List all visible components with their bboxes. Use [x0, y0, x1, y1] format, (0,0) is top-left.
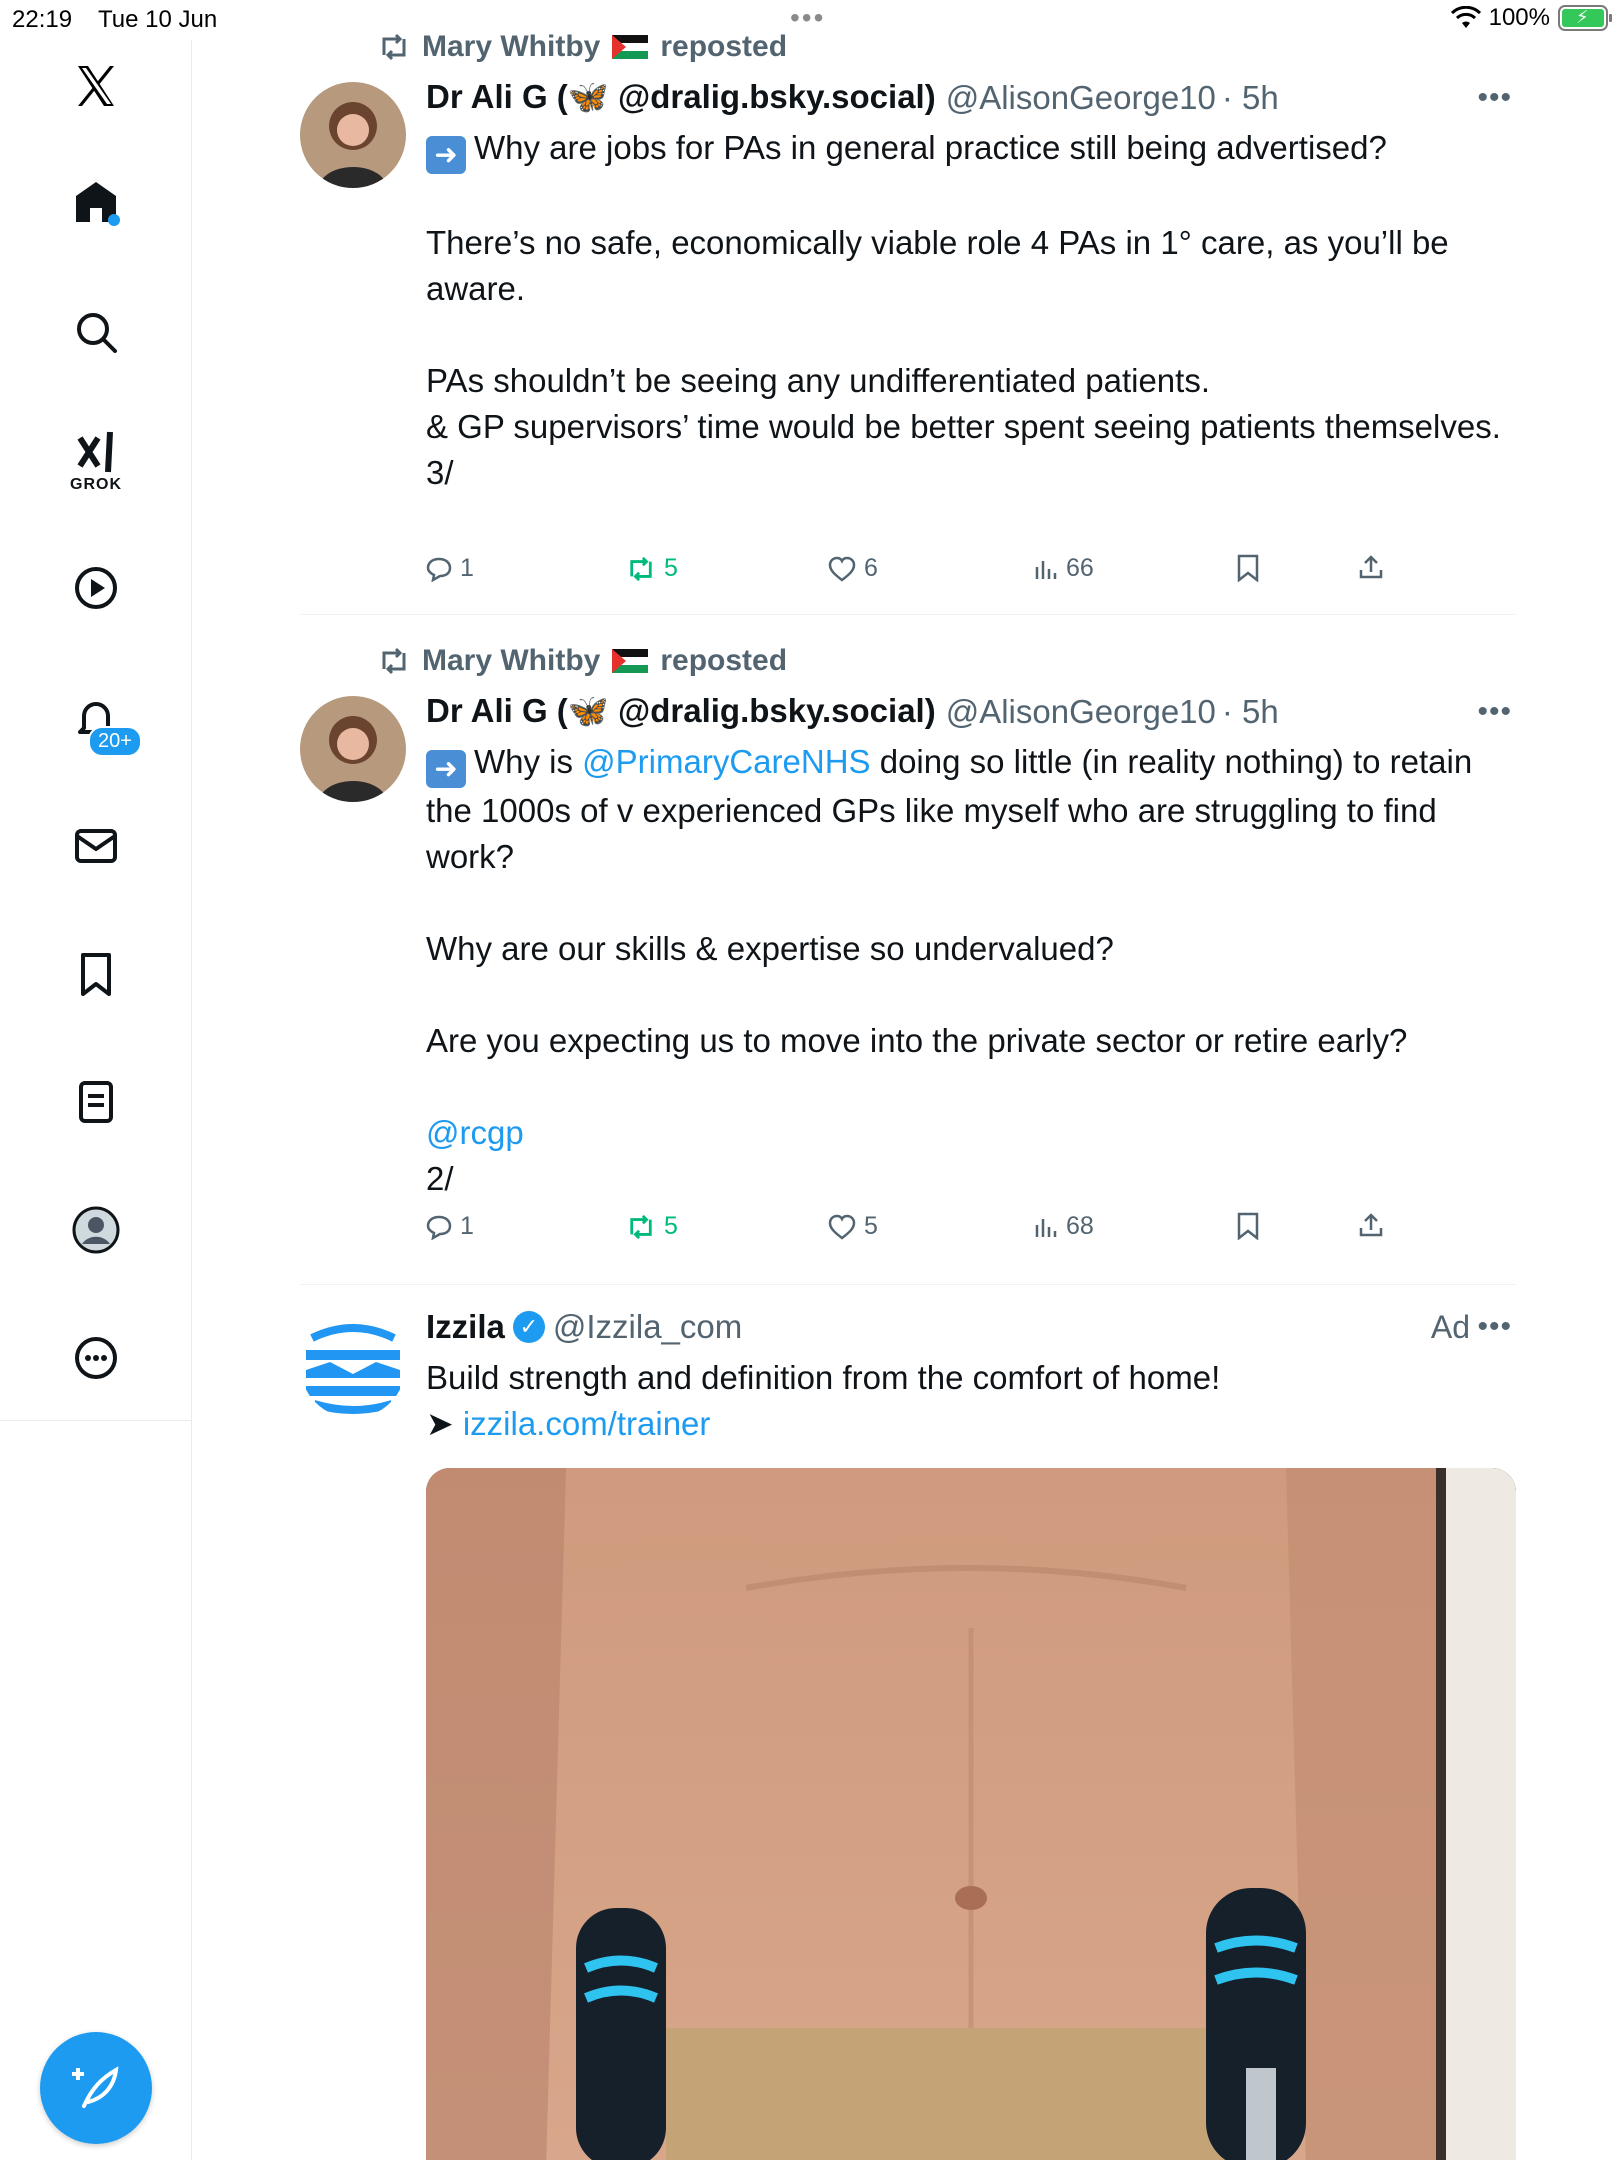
lists-icon[interactable]: [70, 1076, 122, 1128]
video-play-icon[interactable]: [70, 562, 122, 614]
sidebar: GROK 20+: [0, 40, 192, 2160]
grok-icon[interactable]: [70, 426, 122, 478]
butterfly-icon: 🦋: [567, 78, 609, 115]
repost-indicator: Mary Whitby reposted: [378, 30, 787, 64]
post-text: ➜ Why are jobs for PAs in general practic…: [426, 129, 1501, 491]
reply-button[interactable]: 1: [426, 1212, 474, 1241]
views-button[interactable]: 66: [1034, 554, 1094, 583]
bookmarks-icon[interactable]: [70, 948, 122, 1000]
repost-icon: [382, 647, 406, 675]
post-text: ➜ Why is @PrimaryCareNHS doing so little …: [426, 743, 1473, 1197]
notifications-badge: 20+: [88, 726, 142, 757]
sidebar-divider: [0, 1420, 192, 1421]
repost-label: reposted: [660, 30, 788, 63]
author-name[interactable]: Dr Ali G (🦋 @dralig.bsky.social): [426, 78, 936, 117]
status-date: Tue 10 Jun: [98, 6, 218, 33]
bookmark-button[interactable]: [1236, 554, 1260, 582]
palestine-flag-icon: [612, 35, 649, 59]
author-handle[interactable]: @Izzila_com: [553, 1308, 742, 1346]
repost-button[interactable]: 5: [626, 554, 678, 583]
author-handle[interactable]: @AlisonGeorge10: [946, 693, 1216, 731]
reply-icon: [426, 557, 452, 582]
status-bar: 22:19 Tue 10 Jun ••• 100% ⚡: [0, 0, 1620, 40]
author-name[interactable]: Izzila: [426, 1308, 505, 1346]
x-logo-icon[interactable]: [70, 60, 122, 112]
more-options-icon[interactable]: [70, 1332, 122, 1384]
search-icon[interactable]: [70, 306, 122, 358]
status-right: 100% ⚡: [1450, 4, 1612, 32]
post-header: Dr Ali G (🦋 @dralig.bsky.social) @Alison…: [426, 692, 1516, 731]
share-icon: [1359, 1213, 1383, 1237]
ad-media-image[interactable]: [426, 1468, 1516, 2160]
home-unread-dot: [108, 214, 120, 226]
share-button[interactable]: [1358, 554, 1384, 580]
like-button[interactable]: 5: [828, 1212, 878, 1241]
arrow-glyph: ➤: [426, 1405, 463, 1442]
heart-icon: [828, 556, 856, 582]
reply-icon: [426, 1215, 452, 1240]
mention-link[interactable]: @PrimaryCareNHS: [582, 743, 870, 780]
bookmark-button[interactable]: [1236, 1212, 1260, 1240]
post-time[interactable]: · 5h: [1222, 79, 1279, 117]
repost-icon: [382, 33, 406, 61]
repost-icon: [630, 1214, 652, 1239]
wifi-icon: [1450, 6, 1481, 28]
post-more-icon[interactable]: •••: [1477, 695, 1512, 729]
views-chart-icon: [1035, 1218, 1057, 1237]
battery-icon: ⚡: [1558, 5, 1612, 31]
ad-link[interactable]: izzila.com/trainer: [463, 1405, 711, 1442]
share-icon: [1359, 555, 1383, 579]
post-actions: 1 5 6 66: [426, 554, 1426, 594]
like-button[interactable]: 6: [828, 554, 878, 583]
right-arrow-emoji-icon: ➜: [426, 136, 466, 174]
post-header: Dr Ali G (🦋 @dralig.bsky.social) @Alison…: [426, 78, 1516, 117]
repost-by[interactable]: Mary Whitby: [422, 30, 600, 64]
reply-button[interactable]: 1: [426, 554, 474, 583]
views-button[interactable]: 68: [1034, 1212, 1094, 1241]
grok-label: GROK: [70, 476, 122, 493]
post-divider: [300, 1284, 1516, 1285]
post-text: Build strength and definition from the c…: [426, 1359, 1221, 1442]
author-handle[interactable]: @AlisonGeorge10: [946, 79, 1216, 117]
repost-button[interactable]: 5: [626, 1212, 678, 1241]
heart-icon: [828, 1214, 856, 1240]
repost-icon: [630, 556, 652, 581]
repost-label: reposted: [660, 644, 788, 677]
post-more-icon[interactable]: •••: [1477, 81, 1512, 115]
mention-link[interactable]: @rcgp: [426, 1114, 524, 1151]
messages-icon[interactable]: [70, 820, 122, 872]
feather-plus-icon: [72, 2066, 119, 2108]
multitasking-dots-icon[interactable]: •••: [790, 2, 825, 34]
bookmark-icon: [1237, 554, 1259, 582]
share-button[interactable]: [1358, 1212, 1384, 1238]
post-header: Izzila ✓ @Izzila_com Ad •••: [426, 1308, 1516, 1346]
post-more-icon[interactable]: •••: [1477, 1310, 1512, 1344]
palestine-flag-icon: [612, 649, 649, 673]
post-time[interactable]: · 5h: [1222, 693, 1279, 731]
compose-post-button[interactable]: [40, 2032, 152, 2144]
status-time: 22:19: [12, 6, 73, 33]
bookmark-icon: [1237, 1212, 1259, 1240]
battery-percent: 100%: [1488, 4, 1550, 31]
butterfly-icon: 🦋: [567, 692, 609, 729]
right-arrow-emoji-icon: ➜: [426, 750, 466, 788]
avatar[interactable]: [300, 82, 406, 188]
profile-icon[interactable]: [70, 1204, 122, 1256]
author-name[interactable]: Dr Ali G (🦋 @dralig.bsky.social): [426, 692, 936, 731]
ad-label: Ad: [1430, 1308, 1470, 1345]
post-divider: [300, 614, 1516, 615]
repost-by[interactable]: Mary Whitby: [422, 644, 600, 678]
repost-indicator: Mary Whitby reposted: [378, 644, 787, 678]
views-chart-icon: [1035, 560, 1057, 579]
verified-badge-icon: ✓: [512, 1311, 545, 1343]
avatar[interactable]: [300, 1312, 406, 1418]
post-actions: 1 5 5 68: [426, 1212, 1426, 1252]
avatar[interactable]: [300, 696, 406, 802]
